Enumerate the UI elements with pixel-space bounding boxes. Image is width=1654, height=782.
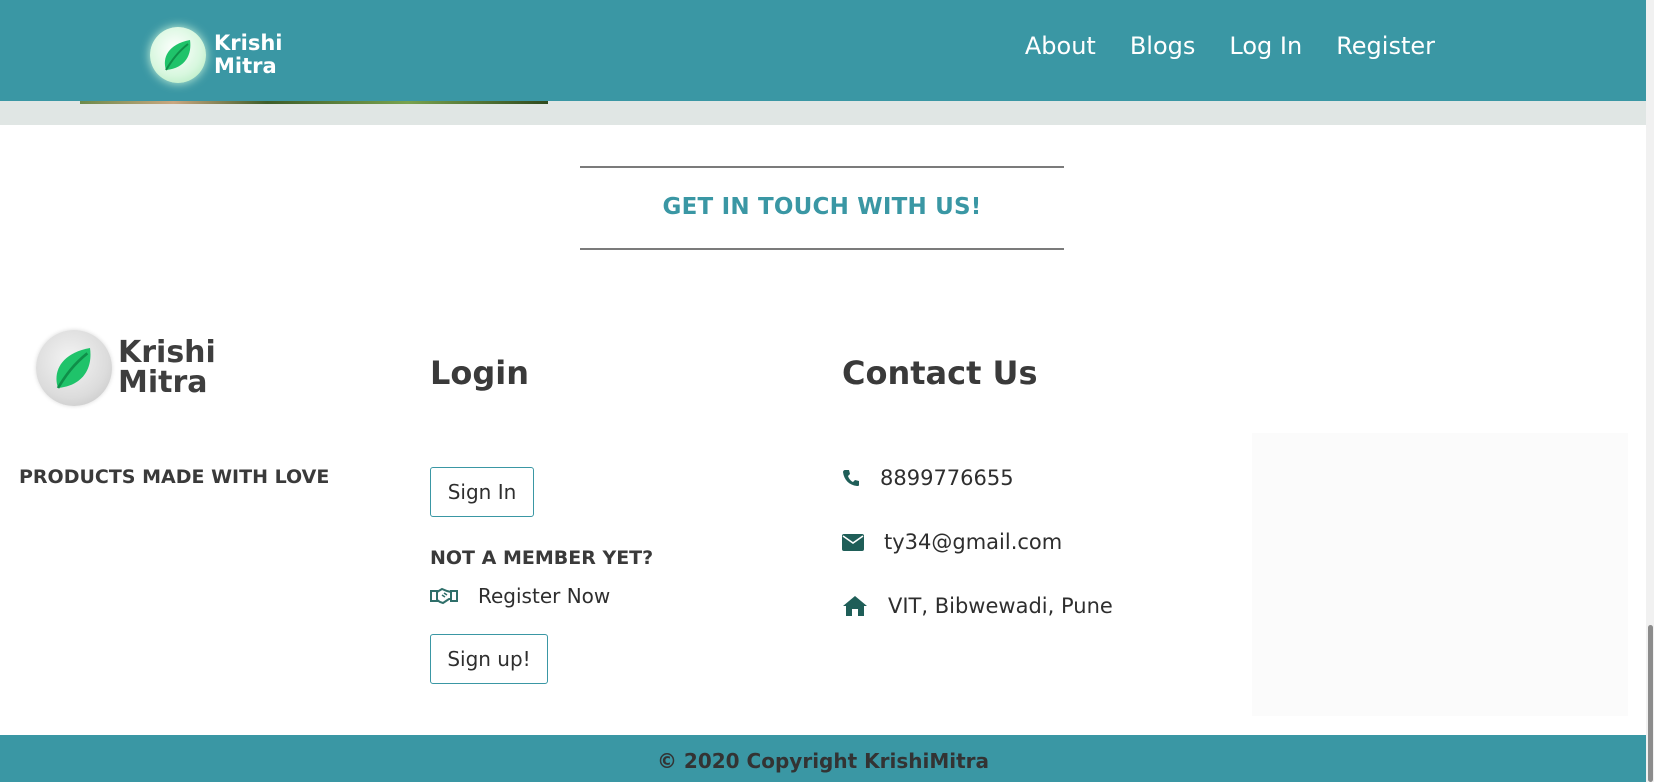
scrollbar-thumb[interactable] (1648, 625, 1653, 782)
nav-blogs-link[interactable]: Blogs (1130, 32, 1196, 60)
hero-image-edge (80, 101, 548, 104)
footer-leaf-icon (56, 348, 91, 389)
contact-address: VIT, Bibwewadi, Pune (888, 594, 1113, 618)
footer-tagline: PRODUCTS MADE WITH LOVE (19, 466, 330, 488)
brand-line-2: Mitra (214, 54, 277, 78)
sign-up-button[interactable]: Sign up! (430, 634, 548, 684)
footer-brand-line-1: Krishi (118, 335, 216, 370)
leaf-icon (164, 40, 191, 71)
contact-us-heading: Contact Us (842, 354, 1038, 392)
contact-address-row: VIT, Bibwewadi, Pune (842, 594, 1113, 618)
get-in-touch-section: GET IN TOUCH WITH US! (580, 166, 1064, 250)
map-embed[interactable] (1252, 433, 1628, 716)
nav-menu: About Blogs Log In Register (1025, 32, 1435, 60)
copyright-bar: © 2020 Copyright KrishiMitra (0, 735, 1646, 782)
navbar: Krishi Mitra About Blogs Log In Register (0, 0, 1646, 101)
footer-logo: Krishi Mitra (36, 330, 216, 406)
brand-line-1: Krishi (214, 31, 283, 55)
contact-email: ty34@gmail.com (884, 530, 1063, 554)
contact-phone-row: 8899776655 (842, 466, 1014, 490)
nav-register-link[interactable]: Register (1336, 32, 1435, 60)
register-now-row: Register Now (430, 584, 610, 608)
phone-icon (843, 470, 859, 486)
not-member-label: NOT A MEMBER YET? (430, 547, 654, 569)
page: Krishi Mitra About Blogs Log In Register… (0, 0, 1654, 782)
sign-in-button[interactable]: Sign In (430, 467, 534, 517)
contact-email-row: ty34@gmail.com (842, 530, 1062, 554)
brand-name: Krishi Mitra (214, 32, 282, 78)
footer-logo-badge (36, 330, 112, 406)
nav-login-link[interactable]: Log In (1229, 32, 1302, 60)
home-icon (843, 596, 867, 616)
get-in-touch-title: GET IN TOUCH WITH US! (662, 194, 982, 220)
login-heading: Login (430, 354, 530, 392)
contact-phone: 8899776655 (880, 466, 1014, 490)
footer-brand-line-2: Mitra (118, 365, 208, 400)
register-now-link[interactable]: Register Now (478, 584, 610, 608)
footer-brand-name: Krishi Mitra (118, 338, 216, 398)
logo-badge (150, 27, 206, 83)
envelope-icon (842, 533, 864, 551)
brand-logo-link[interactable]: Krishi Mitra (150, 27, 282, 83)
copyright-text: © 2020 Copyright KrishiMitra (656, 749, 990, 773)
nav-about-link[interactable]: About (1025, 32, 1096, 60)
handshake-icon (430, 587, 458, 605)
hero-section-edge (0, 101, 1646, 125)
